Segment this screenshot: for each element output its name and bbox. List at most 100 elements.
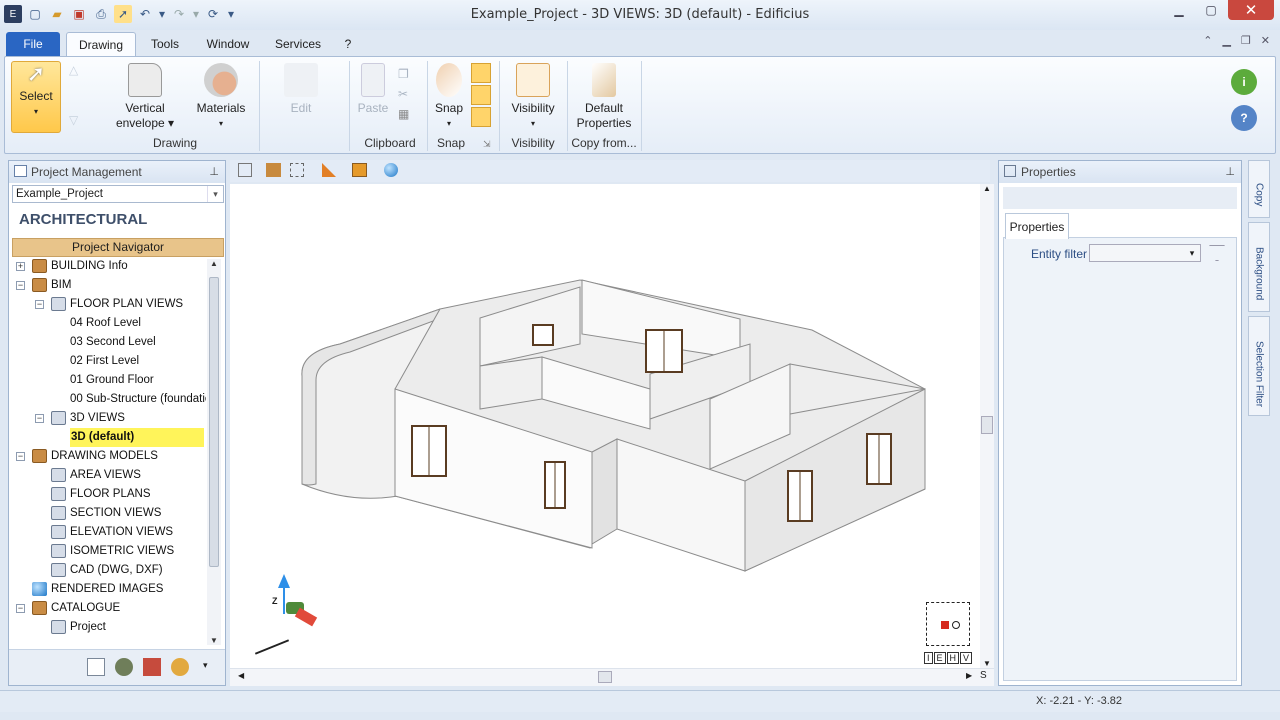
- view-mode-h[interactable]: H: [946, 652, 960, 664]
- tree-item[interactable]: FLOOR PLANS: [12, 485, 198, 504]
- tab-tools[interactable]: Tools: [146, 32, 184, 56]
- tree-item[interactable]: CAD (DWG, DXF): [12, 561, 198, 580]
- view-mode-e[interactable]: E: [933, 652, 946, 664]
- tree-item[interactable]: ELEVATION VIEWS: [12, 523, 198, 542]
- schedule-icon[interactable]: [143, 658, 161, 676]
- collapse-icon[interactable]: −: [16, 452, 25, 461]
- footer-dropdown-icon[interactable]: ▾: [203, 660, 208, 671]
- tree-item[interactable]: 3D (default): [12, 428, 205, 447]
- tree-item[interactable]: 00 Sub-Structure (foundatic: [12, 390, 206, 409]
- split-view-button[interactable]: S: [980, 670, 987, 681]
- cut-icon[interactable]: ✂: [398, 87, 409, 101]
- scroll-thumb[interactable]: [209, 277, 219, 567]
- snap-button[interactable]: Snap ▾: [429, 63, 469, 131]
- collapse-icon[interactable]: −: [16, 281, 25, 290]
- ruler-icon[interactable]: [238, 163, 252, 177]
- tree-item[interactable]: 04 Roof Level: [12, 314, 198, 333]
- doc-restore-icon[interactable]: ❐: [1241, 34, 1251, 47]
- maximize-icon[interactable]: ▢: [1196, 0, 1226, 20]
- tree-item[interactable]: ISOMETRIC VIEWS: [12, 542, 198, 561]
- paste-button[interactable]: Paste: [355, 63, 391, 116]
- view-cube[interactable]: [926, 602, 970, 646]
- paste-special-icon[interactable]: ▦: [398, 107, 409, 121]
- tree-item[interactable]: 02 First Level: [12, 352, 198, 371]
- doc-minimize-icon[interactable]: ▁: [1222, 34, 1230, 47]
- view-cube-center-icon[interactable]: [941, 621, 949, 629]
- tab-drawing[interactable]: Drawing: [66, 32, 136, 56]
- tab-services[interactable]: Services: [274, 32, 322, 56]
- tree-item[interactable]: + BUILDING Info: [12, 257, 198, 276]
- hscroll-thumb[interactable]: [598, 671, 612, 683]
- tree-item[interactable]: 01 Ground Floor: [12, 371, 198, 390]
- tree-scrollbar[interactable]: ▲ ▼: [207, 259, 221, 645]
- view-mode-i[interactable]: I: [924, 652, 933, 664]
- entity-filter-select[interactable]: ▾: [1089, 244, 1201, 262]
- 3d-viewport[interactable]: Z I E H V: [230, 184, 980, 668]
- teapot-icon[interactable]: [115, 658, 133, 676]
- project-navigator-bar[interactable]: Project Navigator: [12, 238, 224, 257]
- tab-window[interactable]: Window: [203, 32, 253, 56]
- doc-close-icon[interactable]: ✕: [1261, 34, 1270, 47]
- tree-item[interactable]: − BIM: [12, 276, 198, 295]
- viewport-hscroll[interactable]: ◀ ▶ S: [230, 668, 994, 686]
- collapse-icon[interactable]: −: [16, 604, 25, 613]
- select-button[interactable]: ➚ Select ▾: [11, 61, 61, 133]
- default-properties-button[interactable]: Default Properties: [569, 63, 639, 131]
- entity-filter-chevron-icon[interactable]: ▾: [1184, 245, 1200, 261]
- down-arrow-icon[interactable]: ▽: [69, 113, 78, 127]
- info-icon[interactable]: i: [1231, 69, 1257, 95]
- copy-icon[interactable]: ❐: [398, 67, 409, 81]
- vertical-envelope-button[interactable]: Vertical envelope ▾: [113, 63, 177, 131]
- tab-file[interactable]: File: [6, 32, 60, 56]
- tree-item[interactable]: − FLOOR PLAN VIEWS: [12, 295, 198, 314]
- view-cube-dot-icon[interactable]: [952, 621, 960, 629]
- tab-properties[interactable]: Properties: [1005, 213, 1069, 239]
- minimize-icon[interactable]: ▁: [1164, 0, 1194, 20]
- scroll-up-icon[interactable]: ▲: [207, 259, 221, 268]
- project-tool-icon[interactable]: [87, 658, 105, 676]
- side-tab-background[interactable]: Background: [1248, 222, 1270, 312]
- tree-item[interactable]: AREA VIEWS: [12, 466, 198, 485]
- help-icon[interactable]: ?: [1231, 105, 1257, 131]
- hscroll-right-icon[interactable]: ▶: [966, 671, 972, 680]
- chevron-down-icon[interactable]: ▾: [207, 186, 223, 202]
- tree-item[interactable]: − 3D VIEWS: [12, 409, 198, 428]
- tree-item[interactable]: SECTION VIEWS: [12, 504, 198, 523]
- side-tab-copy[interactable]: Copy: [1248, 160, 1270, 218]
- vscroll-up-icon[interactable]: ▲: [980, 184, 994, 193]
- snap-line-icon[interactable]: [471, 85, 491, 105]
- hscroll-left-icon[interactable]: ◀: [238, 671, 244, 680]
- render-sphere-icon[interactable]: [384, 163, 398, 177]
- visibility-button[interactable]: Visibility ▾: [505, 63, 561, 131]
- materials-button[interactable]: Materials ▾: [191, 63, 251, 131]
- snap-endpoint-icon[interactable]: [471, 63, 491, 83]
- view-mode-v[interactable]: V: [960, 652, 973, 664]
- vscroll-thumb[interactable]: [981, 416, 993, 434]
- properties-pin-icon[interactable]: ⊥: [1225, 161, 1235, 183]
- close-icon[interactable]: ✕: [1228, 0, 1274, 20]
- tree-item[interactable]: − DRAWING MODELS: [12, 447, 198, 466]
- tree-item[interactable]: − CATALOGUE: [12, 599, 198, 618]
- pin-icon[interactable]: ⊥: [209, 161, 219, 183]
- texture-icon[interactable]: [266, 163, 281, 177]
- side-tab-selection-filter[interactable]: Selection Filter: [1248, 316, 1270, 416]
- tab-help[interactable]: ?: [341, 32, 355, 56]
- collapse-icon[interactable]: −: [35, 300, 44, 309]
- ribbon-collapse-icon[interactable]: ⌃: [1203, 34, 1212, 47]
- collapse-icon[interactable]: −: [35, 414, 44, 423]
- snap-grid-icon[interactable]: [471, 107, 491, 127]
- measure-icon[interactable]: [322, 163, 336, 177]
- tree-item[interactable]: RENDERED IMAGES: [12, 580, 198, 599]
- tree-item[interactable]: 03 Second Level: [12, 333, 198, 352]
- project-select[interactable]: Example_Project ▾: [12, 185, 224, 203]
- frame-select-icon[interactable]: [290, 163, 304, 177]
- layers-icon[interactable]: [352, 163, 367, 177]
- vscroll-down-icon[interactable]: ▼: [980, 659, 994, 668]
- expand-icon[interactable]: +: [16, 262, 25, 271]
- edit-button[interactable]: Edit: [273, 63, 329, 116]
- tree-item[interactable]: Project: [12, 618, 198, 637]
- viewport-vscroll[interactable]: ▲ ▼: [980, 184, 994, 668]
- plugin-gear-icon[interactable]: [171, 658, 189, 676]
- scroll-down-icon[interactable]: ▼: [207, 636, 221, 645]
- snap-options-icon[interactable]: ⇲: [483, 139, 491, 150]
